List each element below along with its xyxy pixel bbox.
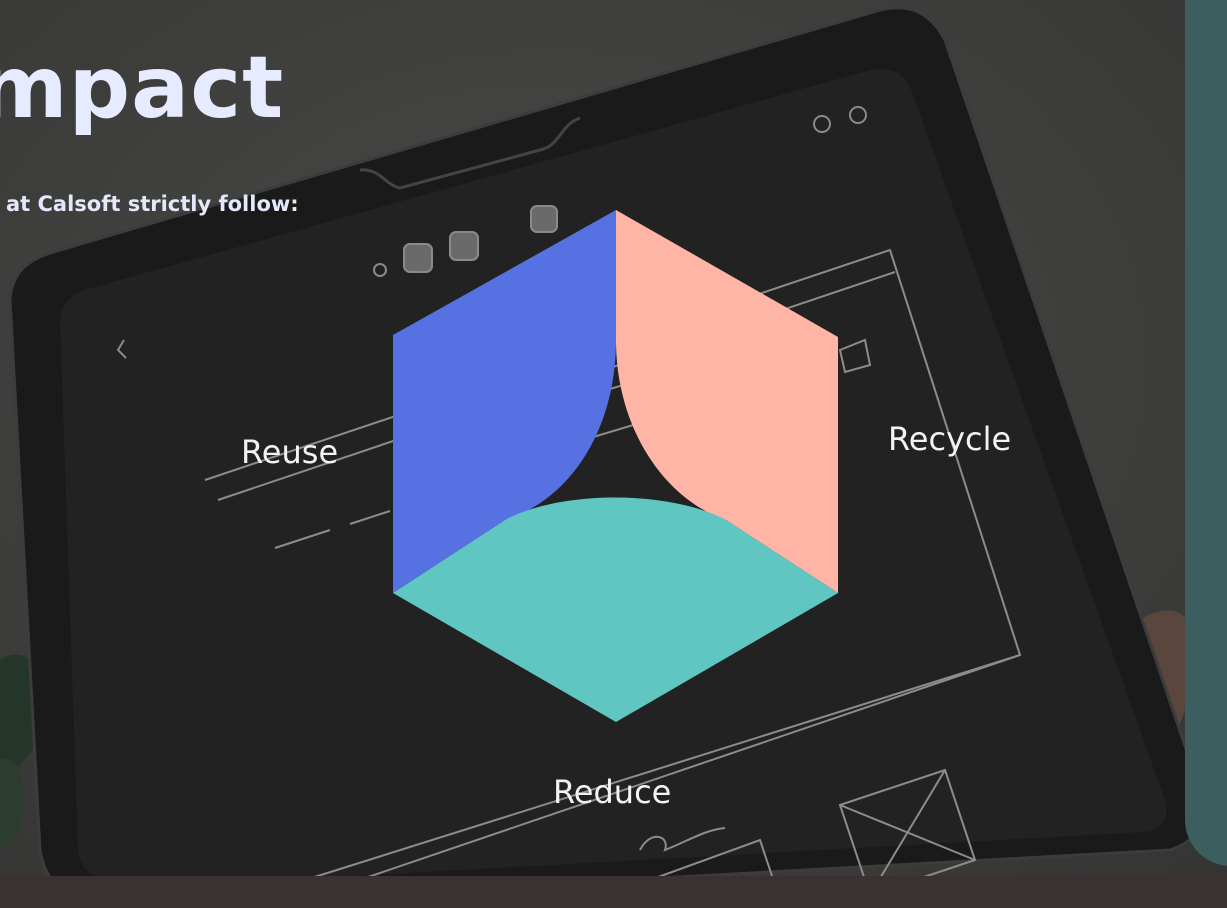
label-recycle: Recycle	[888, 420, 1012, 458]
label-reduce: Reduce	[553, 773, 672, 811]
bottom-strip	[0, 876, 1227, 908]
side-panel	[1185, 0, 1227, 866]
hexagon-diagram	[393, 210, 838, 722]
label-reuse: Reuse	[241, 433, 339, 471]
